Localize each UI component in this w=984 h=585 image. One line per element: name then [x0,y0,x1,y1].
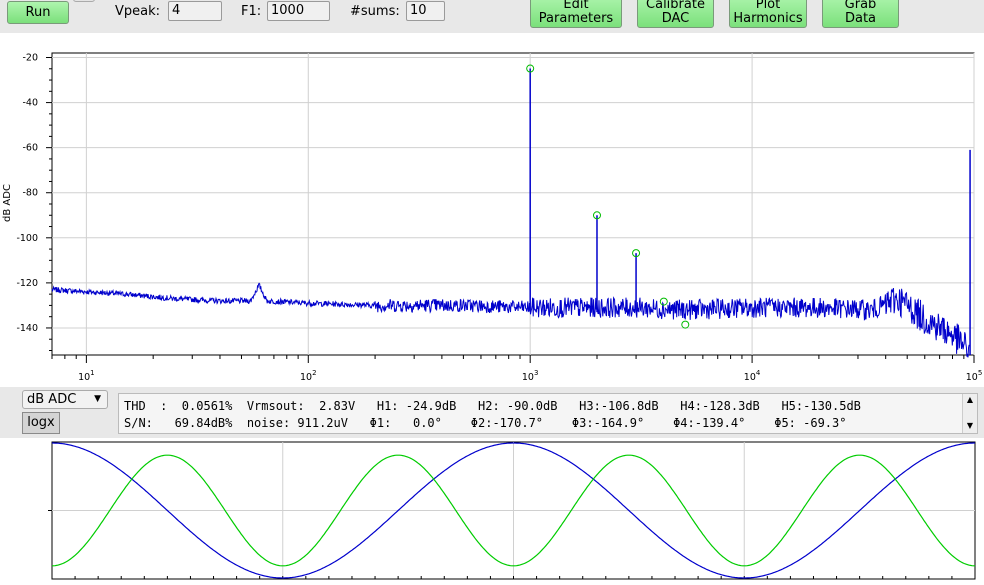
grab-button-line2: Data [844,11,877,26]
spectrum-plot: -20 -40 -60 -80 -100 -120 -140 101 102 103 104 105… [2,52,982,383]
x-tick-labels: 101 102 103 104 105 [78,369,982,383]
plot-harmonics-button[interactable]: Plot Harmonics [729,0,807,28]
x-tick-label: 104 [744,369,761,383]
calibrate-dac-button[interactable]: Calibrate DAC [637,0,714,28]
logx-label: logx [27,415,55,430]
vpeak-label: Vpeak: [115,4,161,19]
y-tick-label: -120 [16,278,38,289]
y-tick-label: -100 [16,233,38,244]
x-tick-label: 102 [300,369,317,383]
y-tick-label: -80 [22,188,38,199]
x-tick-label: 105 [966,369,983,383]
grab-data-button[interactable]: Grab Data [822,0,899,28]
units-select[interactable]: dB ADC ▼ [22,390,108,409]
stats-row-2: S/N: 69.84dB% noise: 911.2uV Φ1: 0.0° Φ2… [124,416,847,430]
edit-parameters-button[interactable]: Edit Parameters [530,0,622,28]
stats-scrollbar[interactable]: ▲ ▼ [962,394,977,433]
spectrum-chart[interactable]: -20 -40 -60 -80 -100 -120 -140 101 102 103 104 105… [0,33,984,387]
scroll-up-icon[interactable]: ▲ [963,394,977,406]
scroll-down-icon[interactable]: ▼ [963,420,977,432]
run-button[interactable]: Run [7,1,69,24]
stats-panel: THD : 0.0561% Vrmsout: 2.83V H1: -24.9dB… [118,393,978,434]
sums-input[interactable]: 10 [406,1,445,21]
calibrate-button-line2: DAC [661,11,690,26]
sums-label: #sums: [350,4,400,19]
waveform-chart[interactable] [0,438,984,585]
vpeak-input[interactable]: 4 [168,1,222,21]
y-axis-label: dB ADC [2,184,13,222]
y-tick-label: -40 [22,98,38,109]
y-tick-label: -20 [22,53,38,64]
run-button-label: Run [25,5,51,20]
logx-toggle[interactable]: logx [22,412,60,434]
stats-row-1: THD : 0.0561% Vrmsout: 2.83V H1: -24.9dB… [124,399,861,413]
chevron-down-icon: ▼ [94,394,101,404]
extra-button[interactable] [73,0,95,2]
y-tick-label: -60 [22,143,38,154]
f1-input[interactable]: 1000 [267,1,330,21]
f1-label: F1: [241,4,262,19]
y-tick-label: -140 [16,323,38,334]
edit-button-line2: Parameters [538,11,614,26]
x-tick-label: 103 [522,369,539,383]
waveform-plot [48,441,976,580]
x-tick-label: 101 [78,369,95,383]
y-tick-labels: -20 -40 -60 -80 -100 -120 -140 [16,53,38,334]
units-select-value: dB ADC [27,392,77,407]
plot-button-line2: Harmonics [733,11,803,26]
